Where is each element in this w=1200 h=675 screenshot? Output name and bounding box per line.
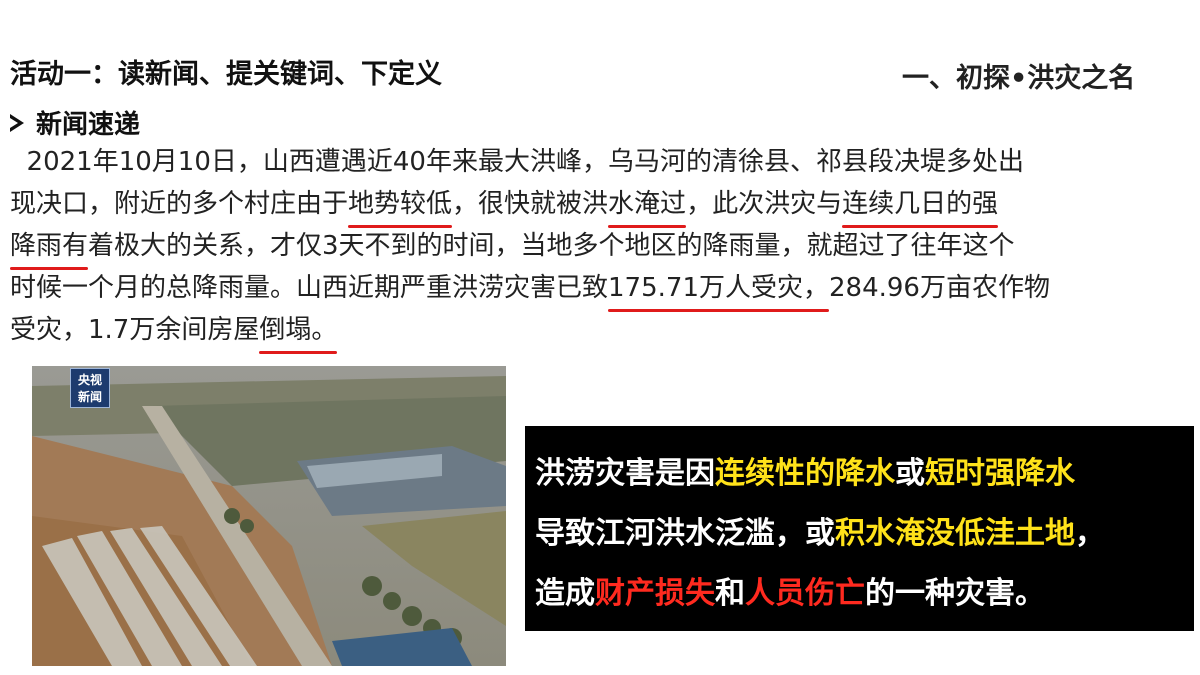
highlight-yellow: 积水淹没低洼土地 — [835, 516, 1075, 551]
underlined-keyword: 水淹过 — [608, 184, 687, 228]
news-line-5: 受灾，1.7万余间房屋倒塌。 — [10, 310, 338, 354]
flood-aerial-photo — [32, 366, 506, 666]
news-text: 现决口，附近的多个村庄由于 — [10, 189, 349, 219]
highlight-yellow: 连续性的降水 — [715, 456, 895, 491]
definition-box: 洪涝灾害是因连续性的降水或短时强降水 导致江河洪水泛滥，或积水淹没低洼土地， 造… — [525, 426, 1194, 631]
underlined-keyword: 降雨有 — [10, 226, 89, 270]
definition-text: ， — [1075, 516, 1105, 551]
section-title: 一、初探•洪灾之名 — [902, 63, 1136, 94]
news-heading: 新闻速递 — [10, 104, 140, 141]
definition-text: 和 — [715, 576, 745, 611]
highlight-yellow: 短时强降水 — [925, 456, 1075, 491]
underlined-keyword: 175.71万人受灾， — [608, 268, 829, 312]
highlight-red: 人员伤亡 — [745, 576, 865, 611]
arrow-bullet-icon — [10, 113, 24, 132]
underlined-keyword: 倒塌。 — [259, 310, 338, 354]
definition-text: 或 — [895, 456, 925, 491]
logo-text-line2: 新闻 — [77, 390, 102, 404]
logo-text-line1: 央视 — [77, 373, 102, 387]
highlight-red: 财产损失 — [595, 576, 715, 611]
news-text: 时候一个月的总降雨量。山西近期严重洪涝灾害已致 — [10, 273, 609, 303]
news-text: 着极大的关系，才仅3天不到的时间，当地多个地区的降雨量，就超过了往年这个 — [88, 231, 1015, 261]
news-text: ，此次洪灾与 — [686, 189, 843, 219]
definition-line-1: 洪涝灾害是因连续性的降水或短时强降水 — [535, 444, 1194, 504]
definition-text: 导致江河洪水泛滥，或 — [535, 516, 835, 551]
definition-text: 的一种灾害。 — [865, 576, 1045, 611]
cctv-news-logo: 央视 新闻 — [70, 368, 110, 408]
underlined-keyword: 地势较低 — [348, 184, 453, 228]
news-line-2: 现决口，附近的多个村庄由于地势较低，很快就被洪水淹过，此次洪灾与连续几日的强 — [10, 184, 999, 228]
news-line-1: 2021年10月10日，山西遭遇近40年来最大洪峰，乌马河的清徐县、祁县段决堤多… — [10, 147, 1024, 177]
news-line-4: 时候一个月的总降雨量。山西近期严重洪涝灾害已致175.71万人受灾，284.96… — [10, 268, 1050, 312]
activity-title: 活动一：读新闻、提关键词、下定义 — [10, 59, 442, 90]
news-text: 284.96万亩农作物 — [829, 273, 1050, 303]
underlined-keyword: 连续几日的强 — [842, 184, 999, 228]
news-line-3: 降雨有着极大的关系，才仅3天不到的时间，当地多个地区的降雨量，就超过了往年这个 — [10, 226, 1015, 270]
definition-text: 造成 — [535, 576, 595, 611]
news-text: 受灾，1.7万余间房屋 — [10, 315, 260, 345]
definition-line-3: 造成财产损失和人员伤亡的一种灾害。 — [535, 564, 1194, 624]
definition-line-2: 导致江河洪水泛滥，或积水淹没低洼土地， — [535, 504, 1194, 564]
news-text: ，很快就被洪 — [452, 189, 609, 219]
definition-text: 洪涝灾害是因 — [535, 456, 715, 491]
news-heading-label: 新闻速递 — [36, 110, 141, 140]
